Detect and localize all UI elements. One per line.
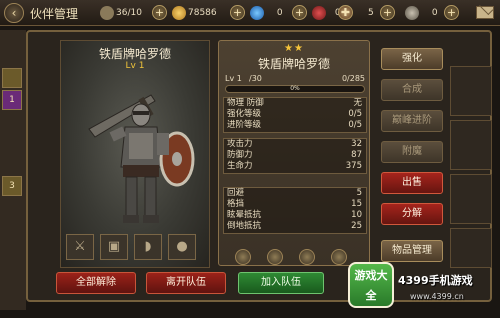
add-partner-slot-button[interactable]: + <box>152 5 167 20</box>
site-watermark: 游戏大全 4399手机游戏 www.4399.cn <box>348 262 498 314</box>
helmet-icon[interactable]: ● <box>168 234 196 260</box>
token-counter: 5 <box>368 8 374 18</box>
decompose-button[interactable]: 分解 <box>381 203 443 225</box>
xp-progress-bar: 0% <box>225 85 365 93</box>
stats-panel: ★★ 铁盾牌哈罗德 Lv 1 /30 0/285 0% 物理 防御 无 强化等级… <box>218 40 370 266</box>
xp-value: 0/285 <box>341 74 365 83</box>
advance-button[interactable]: 巅峰进阶 <box>381 110 443 132</box>
hero-level: Lv 1 <box>125 61 145 71</box>
add-token-button[interactable]: + <box>380 5 395 20</box>
equipment-slots: ⚔ ▣ ◗ ● <box>66 234 206 260</box>
top-bar: ‹ 伙伴管理 36/10 + 78586 + 0 + 0 ✚ 5 + 0 + <box>0 0 500 26</box>
sword-icon[interactable]: ⚔ <box>66 234 94 260</box>
stat-row: 倒地抵抗 25 <box>227 221 362 231</box>
partner-list-item[interactable] <box>2 68 22 88</box>
combat-stats-group: 攻击力 32 防御力 87 生命力 375 <box>223 138 367 174</box>
skill-icon[interactable] <box>331 249 347 265</box>
stat-row: 格挡 15 <box>227 199 362 209</box>
leave-team-button[interactable]: 离开队伍 <box>146 272 226 294</box>
skill-icon[interactable] <box>267 249 283 265</box>
hero-name: 铁盾牌哈罗德 <box>98 47 171 61</box>
armor-icon[interactable]: ▣ <box>100 234 128 260</box>
partner-list-item[interactable]: 1 <box>2 90 22 110</box>
stat-row: 强化等级 0/5 <box>227 109 362 119</box>
add-gold-button[interactable]: + <box>230 5 245 20</box>
honor-badge-icon: ✚ <box>338 5 353 20</box>
stat-row: 进阶等级 0/5 <box>227 120 362 130</box>
gem-counter: 0 <box>250 5 283 21</box>
stat-row: 生命力 375 <box>227 161 362 171</box>
add-key-button[interactable]: + <box>444 5 459 20</box>
skill-icon[interactable] <box>299 249 315 265</box>
watermark-url: www.4399.cn <box>410 292 464 301</box>
join-team-button[interactable]: 加入队伍 <box>238 272 324 294</box>
honor-counter: 0 <box>312 5 341 21</box>
stats-hero-name: 铁盾牌哈罗德 <box>257 57 330 71</box>
page-title: 伙伴管理 <box>30 7 79 21</box>
combine-button[interactable]: 合成 <box>381 79 443 101</box>
mail-icon[interactable] <box>476 6 494 19</box>
enchant-button[interactable]: 附魔 <box>381 141 443 163</box>
xp-percent: 0% <box>290 85 300 92</box>
item-manage-button[interactable]: 物品管理 <box>381 240 443 262</box>
partner-card[interactable] <box>450 66 492 116</box>
level-max: /30 <box>249 74 262 83</box>
knight-figure-icon <box>88 94 195 223</box>
watermark-brand: 4399手机游戏 <box>398 274 473 287</box>
partner-list-strip: 1 3 <box>0 30 26 310</box>
gem-icon <box>250 5 264 20</box>
release-all-button[interactable]: 全部解除 <box>56 272 136 294</box>
gold-coin-icon <box>172 5 186 20</box>
skill-slots <box>227 249 365 265</box>
back-button[interactable]: ‹ <box>4 3 24 23</box>
boots-icon[interactable]: ◗ <box>134 234 162 260</box>
stat-row: 眩晕抵抗 10 <box>227 210 362 220</box>
partner-count: 36/10 <box>100 5 142 21</box>
honor-icon <box>312 5 326 20</box>
partner-list-item[interactable]: 3 <box>2 176 22 196</box>
level-label: Lv 1 <box>225 74 242 83</box>
resist-stats-group: 回避 5 格挡 15 眩晕抵抗 10 倒地抵抗 25 <box>223 187 367 234</box>
watermark-badge: 游戏大全 <box>348 262 394 308</box>
stat-row: 回避 5 <box>227 188 362 198</box>
skill-icon[interactable] <box>235 249 251 265</box>
rarity-stars: ★★ <box>284 43 304 54</box>
sell-button[interactable]: 出售 <box>381 172 443 194</box>
partner-icon <box>100 5 114 20</box>
partner-card[interactable] <box>450 174 492 224</box>
add-gem-button[interactable]: + <box>292 5 307 20</box>
gold-counter: 78586 <box>172 5 217 21</box>
stat-row: 物理 防御 无 <box>227 98 362 108</box>
strengthen-button[interactable]: 强化 <box>381 48 443 70</box>
key-icon <box>405 5 419 20</box>
status-group: 物理 防御 无 强化等级 0/5 进阶等级 0/5 <box>223 97 367 133</box>
stat-row: 防御力 87 <box>227 150 362 160</box>
key-counter: 0 <box>405 5 438 21</box>
stat-row: 攻击力 32 <box>227 139 362 149</box>
partner-card[interactable] <box>450 120 492 170</box>
